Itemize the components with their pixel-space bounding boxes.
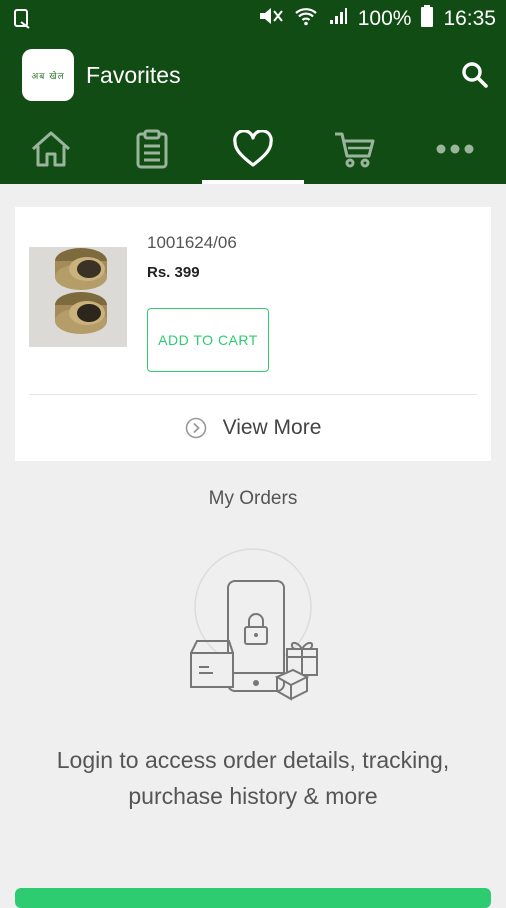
view-more-button[interactable]: View More [15, 395, 491, 461]
tab-favorites[interactable] [202, 114, 304, 184]
logo-text: अब खेल [31, 71, 65, 82]
tab-home[interactable] [0, 114, 101, 184]
tab-orders[interactable] [101, 114, 202, 184]
wifi-icon [294, 6, 318, 32]
cart-icon [335, 132, 375, 168]
tab-bar [0, 114, 506, 184]
battery-icon [421, 5, 434, 33]
page-title: Favorites [86, 62, 181, 88]
tab-more[interactable] [405, 114, 506, 184]
signal-icon [328, 6, 348, 32]
clock: 16:35 [443, 7, 496, 30]
locked-phone-illustration [183, 545, 323, 715]
home-icon [31, 131, 70, 167]
product-image[interactable] [29, 247, 127, 347]
mute-icon [258, 6, 284, 32]
active-tab-indicator [202, 180, 304, 184]
more-icon [436, 144, 474, 154]
screenshot-notification-icon [12, 8, 34, 30]
search-button[interactable] [460, 60, 490, 90]
add-to-cart-button[interactable]: ADD TO CART [147, 308, 269, 372]
product-sku: 1001624/06 [147, 233, 237, 252]
chevron-right-circle-icon [185, 417, 206, 439]
login-message: Login to access order details, tracking,… [56, 747, 450, 809]
app-logo: अब खेल [22, 49, 74, 101]
view-more-label: View More [222, 416, 322, 439]
favorite-item-card: 1001624/06 Rs. 399 ADD TO CART View More [15, 207, 491, 461]
app-bar: अब खेल Favorites [0, 38, 506, 114]
battery-percentage: 100% [357, 7, 412, 30]
my-orders-title: My Orders [208, 488, 298, 509]
product-price: Rs. 399 [147, 264, 200, 281]
status-bar: 100% 16:35 [0, 0, 506, 38]
clipboard-icon [136, 129, 168, 169]
search-icon [462, 62, 488, 88]
heart-icon [233, 130, 273, 167]
tab-cart[interactable] [304, 114, 405, 184]
login-button[interactable] [15, 888, 491, 908]
